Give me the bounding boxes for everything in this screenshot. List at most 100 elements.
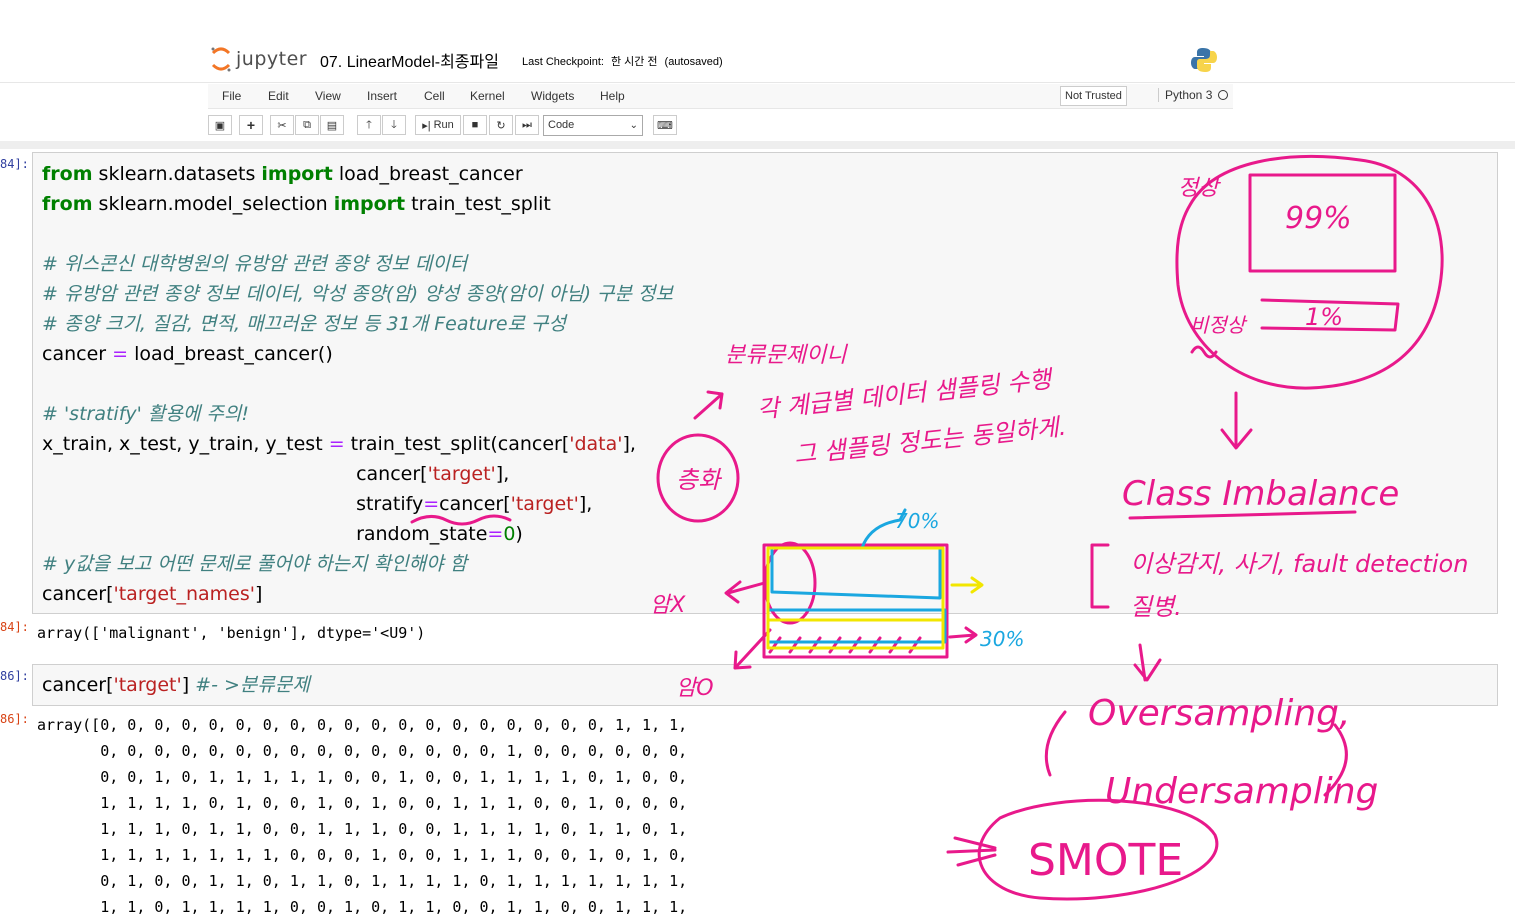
save-icon: ▣: [214, 119, 226, 132]
code-text: ],: [622, 433, 636, 455]
code-text: cancer[: [356, 463, 428, 485]
run-button[interactable]: ▸| Run: [415, 115, 461, 135]
code-text: train_test_split: [405, 193, 551, 215]
code-text: x_train, x_test, y_train, y_test: [42, 433, 329, 455]
output-line: 1, 1, 1, 1, 1, 1, 1, 0, 0, 0, 1, 0, 0, 1…: [37, 846, 688, 864]
code-text: load_breast_cancer(): [128, 343, 333, 365]
output-line: 1, 1, 0, 1, 1, 1, 1, 0, 0, 1, 0, 1, 1, 0…: [37, 898, 688, 916]
code-operator: =: [328, 433, 345, 455]
blue-box-bottom: [766, 608, 947, 644]
header-divider: [0, 82, 1515, 83]
interrupt-button[interactable]: ■: [463, 115, 487, 135]
cell1-output: array(['malignant', 'benign'], dtype='<U…: [37, 624, 426, 642]
cell1-code[interactable]: from sklearn.datasets import load_breast…: [42, 159, 673, 609]
output-line: 0, 0, 0, 0, 0, 0, 0, 0, 0, 0, 0, 0, 0, 0…: [37, 742, 688, 760]
code-keyword: from: [42, 163, 93, 185]
cell1-out-prompt: 84]:: [0, 620, 29, 634]
menu-cell[interactable]: Cell: [424, 89, 445, 103]
step-forward-icon: ▸|: [422, 119, 431, 132]
menu-edit[interactable]: Edit: [268, 89, 289, 103]
code-comment: # 유방암 관련 종양 정보 데이터, 악성 종양(암) 양성 종양(암이 아님…: [42, 283, 674, 305]
copy-button[interactable]: ⧉: [295, 115, 319, 135]
cell2-code[interactable]: cancer['target'] #- >분류문제: [42, 670, 310, 700]
output-line: 0, 0, 1, 0, 1, 1, 1, 1, 1, 0, 0, 1, 0, 0…: [37, 768, 688, 786]
right-paren: [1323, 723, 1348, 797]
code-comment: # 'stratify' 활용에 주의!: [42, 403, 249, 425]
code-string: 'target': [510, 493, 579, 515]
copy-icon: ⧉: [303, 118, 311, 131]
left-paren: [1044, 710, 1067, 777]
code-string: 'target': [113, 674, 182, 696]
menu-view[interactable]: View: [315, 89, 341, 103]
save-button[interactable]: ▣: [208, 115, 232, 135]
python-logo-icon: [1190, 46, 1218, 79]
insert-cell-button[interactable]: +: [239, 115, 263, 135]
stop-icon: ■: [471, 119, 479, 131]
restart-run-all-button[interactable]: ⏭: [515, 115, 539, 135]
kernel-status-icon: [1218, 90, 1228, 100]
code-text: cancer: [42, 343, 113, 365]
code-text: train_test_split(cancer[: [344, 433, 570, 455]
menu-widgets[interactable]: Widgets: [531, 89, 574, 103]
note-30: 30%: [980, 627, 1024, 651]
code-text: ]: [181, 674, 196, 696]
code-string: 'data': [569, 433, 623, 455]
code-string: 'target_names': [113, 583, 256, 605]
code-text: cancer[: [42, 674, 114, 696]
note-undersampling: Undersampling: [1105, 771, 1378, 812]
move-up-button[interactable]: 🡑: [357, 115, 381, 135]
code-number: 0: [503, 523, 516, 545]
cut-button[interactable]: ✂: [270, 115, 294, 135]
code-comment: # y값을 보고 어떤 문제로 풀어야 하는지 확인해야 함: [42, 553, 468, 575]
menu-help[interactable]: Help: [600, 89, 625, 103]
cell2-output: array([0, 0, 0, 0, 0, 0, 0, 0, 0, 0, 0, …: [37, 712, 687, 920]
output-line: 1, 1, 1, 0, 1, 1, 0, 0, 1, 1, 1, 0, 0, 1…: [37, 820, 688, 838]
amo-arrow: [733, 628, 772, 670]
cell-type-value: Code: [548, 119, 575, 131]
run-label: Run: [433, 119, 454, 131]
output-line: 0, 1, 0, 0, 1, 1, 0, 1, 1, 0, 1, 1, 1, 1…: [37, 872, 688, 890]
kernel-name[interactable]: Python 3: [1158, 88, 1212, 102]
plus-icon: +: [246, 117, 256, 133]
code-text: ],: [495, 463, 510, 485]
fast-forward-icon: ⏭: [522, 118, 532, 131]
code-operator: =: [487, 523, 504, 545]
code-comment: #- >분류문제: [195, 674, 310, 696]
code-text: cancer[: [439, 493, 511, 515]
notebook-title[interactable]: 07. LinearModel-최종파일: [320, 48, 499, 72]
toolbar: ▣ + ✂ ⧉ ▤ 🡑 🡓 ▸| Run ■ ↻ ⏭ Code ⌄ ⌨: [208, 112, 908, 140]
menu-insert[interactable]: Insert: [367, 89, 397, 103]
checkpoint-time: 한 시간 전: [610, 56, 658, 68]
restart-button[interactable]: ↻: [489, 115, 513, 135]
jupyter-logo[interactable]: jupyter: [210, 44, 307, 74]
menu-kernel[interactable]: Kernel: [470, 89, 505, 103]
code-text: cancer[: [42, 583, 114, 605]
command-palette-button[interactable]: ⌨: [653, 115, 677, 135]
move-down-button[interactable]: 🡓: [382, 115, 406, 135]
paste-button[interactable]: ▤: [320, 115, 344, 135]
smote-arrow: [946, 836, 997, 867]
code-text: ]: [255, 583, 263, 605]
code-text: ): [515, 523, 523, 545]
keyboard-icon: ⌨: [657, 119, 673, 132]
code-keyword: from: [42, 193, 93, 215]
code-comment: # 위스콘신 대학병원의 유방암 관련 종양 정보 데이터: [42, 253, 468, 275]
code-text: load_breast_cancer: [332, 163, 523, 185]
output-line: 1, 1, 1, 1, 0, 1, 0, 0, 1, 0, 1, 0, 0, 1…: [37, 794, 688, 812]
not-trusted-button[interactable]: Not Trusted: [1060, 86, 1127, 106]
jupyter-logo-text: jupyter: [236, 48, 308, 70]
chevron-down-icon: ⌄: [629, 120, 638, 131]
notebook-background: [0, 141, 1515, 149]
cell-type-select[interactable]: Code ⌄: [543, 115, 643, 136]
cell2-out-prompt: 86]:: [0, 712, 29, 726]
code-text: sklearn.model_selection: [92, 193, 334, 215]
paste-icon: ▤: [326, 119, 338, 132]
code-text: sklearn.datasets: [92, 163, 262, 185]
cell2-in-prompt: 86]:: [0, 669, 29, 683]
code-operator: =: [423, 493, 440, 515]
menu-file[interactable]: File: [222, 89, 241, 103]
code-operator: =: [112, 343, 129, 365]
